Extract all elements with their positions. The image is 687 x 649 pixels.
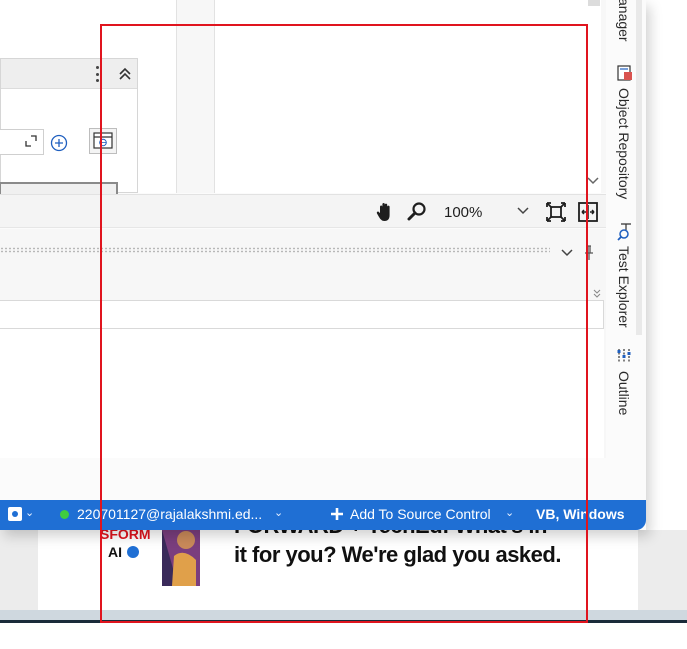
online-status-dot [60,510,69,519]
expand-editor-icon[interactable] [25,135,37,147]
tab-test-explorer[interactable]: Test Explorer [616,246,632,328]
object-repository-icon [617,65,632,81]
test-explorer-icon [617,223,631,241]
notification-caret[interactable]: ⌄ [25,506,34,519]
add-circle-icon[interactable] [50,134,68,152]
tab-object-repository[interactable]: Object Repository [616,88,632,199]
collapse-arrows-icon[interactable] [592,287,602,299]
notification-icon[interactable] [8,507,22,521]
side-tool-tabs: anager Object Repository Test Explorer O… [606,0,646,500]
tab-manager[interactable]: anager [616,0,632,42]
capture-rectangle [100,24,588,623]
scrollbar-thumb[interactable] [588,0,600,6]
tab-outline[interactable]: Outline [616,371,632,415]
property-value-field[interactable] [0,129,44,155]
outline-icon [617,349,631,363]
scroll-down-chevron-icon[interactable] [586,174,600,188]
